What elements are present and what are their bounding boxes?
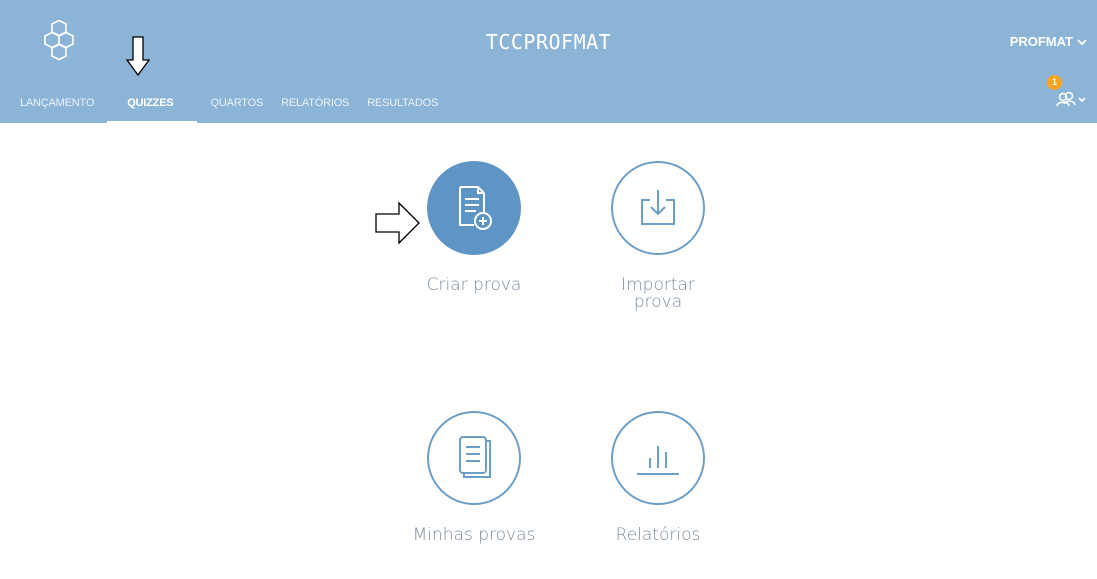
import-quiz-tile[interactable]: Importar prova [578,161,738,311]
chevron-down-icon [1077,38,1087,45]
user-menu[interactable]: PROFMAT [1010,34,1087,49]
notifications-menu[interactable]: 1 [1047,75,1087,115]
notification-badge: 1 [1047,75,1062,90]
reports-circle[interactable] [611,411,705,505]
reports-tile[interactable]: Relatórios [578,411,738,544]
nav-item-resultados[interactable]: RESULTADOS [358,94,447,123]
nav-item-relatorios[interactable]: RELATÓRIOS [272,94,358,123]
documents-icon [459,436,491,478]
import-quiz-label-line-2: prova [633,292,683,312]
document-add-icon [459,186,492,230]
import-quiz-label: Importar prova [578,277,738,311]
create-quiz-label: Criar prova [426,275,522,295]
app-title: TCCPROFMAT [485,30,612,54]
nav-item-quizzes[interactable]: QUIZZES [107,94,198,123]
reports-label: Relatórios [615,525,701,545]
my-quizzes-circle[interactable] [427,411,521,505]
my-quizzes-tile[interactable]: Minhas provas [394,411,554,544]
import-quiz-circle[interactable] [611,161,705,255]
nav-item-quartos[interactable]: QUARTOS [201,94,272,123]
users-icon [1056,91,1086,107]
user-menu-label: PROFMAT [1009,34,1073,49]
my-quizzes-label: Minhas provas [412,525,536,545]
bar-chart-icon [637,446,679,475]
main-nav: LANÇAMENTO QUIZZES QUARTOS RELATÓRIOS RE… [0,94,447,123]
import-icon [641,190,675,225]
app-header: TCCPROFMAT PROFMAT LANÇAMENTO QUIZZES QU… [0,0,1097,123]
create-quiz-circle[interactable] [427,161,521,255]
create-quiz-tile[interactable]: Criar prova [394,161,554,294]
nav-item-lancamento[interactable]: LANÇAMENTO [0,94,103,123]
